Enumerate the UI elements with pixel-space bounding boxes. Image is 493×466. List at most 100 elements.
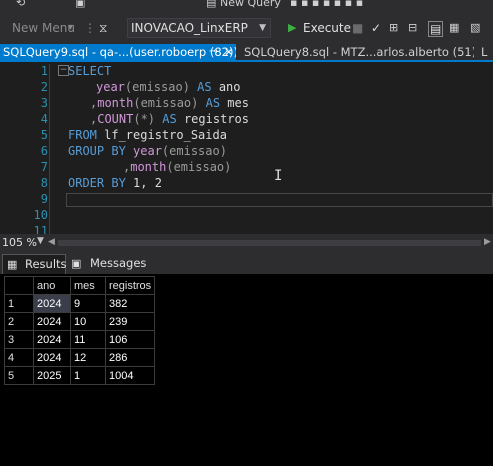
table-row: 5 2025 1 1004 (4, 366, 156, 385)
row-number[interactable]: 3 (4, 330, 34, 349)
grid-cell[interactable]: 106 (104, 330, 156, 349)
sql-keyword: FROM (68, 128, 97, 142)
results-to-grid-icon[interactable]: ▤ (428, 21, 444, 37)
pin-icon[interactable]: ⊸ (209, 44, 217, 60)
tab-results[interactable]: ▦ Results (2, 254, 67, 274)
database-select[interactable]: INOVACAO_LinxERP ▼ (127, 18, 271, 38)
database-select-value: INOVACAO_LinxERP (131, 21, 248, 35)
line-number: 10 (33, 208, 48, 222)
code-text: mes (220, 96, 249, 110)
code-text: (emissao) (133, 96, 206, 110)
available-databases-icon[interactable]: ⧖ (99, 19, 107, 37)
undo-icon[interactable]: ⟲ (16, 0, 25, 9)
results-grid[interactable]: ano mes registros 1 2024 9 382 2 2024 10… (4, 276, 156, 385)
column-header[interactable]: mes (70, 276, 106, 295)
grid-cell[interactable]: 2024 (33, 294, 71, 313)
grid-cell[interactable]: 1004 (104, 366, 156, 385)
grid-cell[interactable]: 2024 (33, 312, 71, 331)
code-text: ano (211, 80, 241, 94)
messages-icon: ▣ (71, 257, 82, 270)
tab-messages[interactable]: ▣ Messages (68, 254, 146, 273)
text-cursor-icon: I (274, 168, 283, 184)
sql-function: COUNT (97, 112, 134, 126)
new-query-icon[interactable]: ▤ (206, 0, 216, 9)
grid-cell[interactable]: 9 (70, 294, 106, 313)
results-grid-icon: ▦ (7, 258, 18, 271)
sql-function: month (97, 96, 134, 110)
outline-bar (49, 64, 50, 234)
code-text: (emissao) (161, 144, 227, 158)
tab-sqlquery8[interactable]: SQLQuery8.sql - MTZ...arlos.alberto (51)… (244, 44, 474, 60)
execute-play-icon[interactable]: ▶ (288, 19, 296, 37)
code-text: (*) (133, 112, 163, 126)
chevron-down-icon[interactable]: ▼ (37, 236, 44, 246)
horizontal-scrollbar[interactable] (58, 240, 481, 246)
grid-cell[interactable]: 10 (70, 312, 106, 331)
toolbar-gripper-icon: ⋮ (84, 21, 96, 35)
row-number[interactable]: 4 (4, 348, 34, 367)
execute-button[interactable]: Execute (303, 19, 351, 37)
grid-cell[interactable]: 2024 (33, 348, 71, 367)
code-text: lf_registro_Saida (96, 128, 227, 142)
new-menu-button[interactable]: New Menu (12, 19, 75, 37)
new-query-button[interactable]: New Query (220, 0, 281, 9)
line-number: 11 (33, 224, 48, 234)
sql-keyword: SELECT (68, 64, 112, 78)
code-text: registros (176, 112, 249, 126)
grid-cell[interactable]: 12 (70, 348, 106, 367)
code-text: 1, 2 (125, 176, 162, 190)
line-number: 1 (40, 64, 48, 78)
line-number: 7 (40, 160, 48, 174)
code-line-4: ,COUNT(*) AS registros (90, 112, 249, 126)
estimated-plan-icon[interactable]: ⊞ (389, 19, 398, 37)
code-line-5: FROM lf_registro_Saida (68, 128, 227, 142)
code-line-6: GROUP BY year(emissao) (68, 144, 227, 158)
grid-header-row: ano mes registros (4, 276, 156, 295)
grid-cell[interactable]: 239 (104, 312, 156, 331)
row-number[interactable]: 2 (4, 312, 34, 331)
sql-function: year (96, 80, 125, 94)
sql-keyword: AS (205, 96, 221, 110)
row-number[interactable]: 5 (4, 366, 34, 385)
code-line-2: year(emissao) AS ano (96, 80, 241, 94)
results-to-text-icon[interactable]: ▦ (449, 19, 459, 37)
zoom-level[interactable]: 105 % (2, 236, 37, 249)
grid-cell[interactable]: 382 (104, 294, 156, 313)
close-icon[interactable]: ✕ (224, 44, 234, 60)
chevron-down-icon[interactable]: ▾ (68, 19, 73, 37)
tab-label: SQLQuery9.sql - qa-...(user.roboerp (82)… (3, 45, 236, 59)
current-line-highlight (66, 193, 493, 207)
line-number-gutter: 1 2 3 4 5 6 7 8 9 10 11 (0, 62, 56, 234)
sql-function: year (125, 144, 162, 158)
top-toolbar-strip: ⟲ ▣ ▤ New Query ▪ ▪ ▪ ▪ ▪ ▪ ▪ (0, 0, 493, 12)
query-options-icon[interactable]: ⊟ (408, 19, 417, 37)
row-header-corner[interactable] (4, 276, 34, 295)
table-row: 4 2024 12 286 (4, 348, 156, 367)
code-text: (emissao) (124, 80, 198, 94)
grid-cell[interactable]: 286 (104, 348, 156, 367)
line-number: 5 (40, 128, 48, 142)
tab-sqlquery9[interactable]: SQLQuery9.sql - qa-...(user.roboerp (82)… (0, 44, 236, 60)
stop-icon[interactable]: ■ (352, 19, 363, 37)
row-number[interactable]: 1 (4, 294, 34, 313)
grid-cell[interactable]: 11 (70, 330, 106, 349)
tab-messages-label: Messages (90, 256, 147, 270)
grid-cell[interactable]: 2024 (33, 330, 71, 349)
save-icon[interactable]: ▣ (75, 0, 85, 9)
parse-check-icon[interactable]: ✓ (371, 19, 381, 37)
table-row: 2 2024 10 239 (4, 312, 156, 331)
results-to-file-icon[interactable]: ▧ (470, 19, 480, 37)
line-number: 2 (40, 80, 48, 94)
tab-overflow[interactable]: L (481, 44, 493, 60)
column-header[interactable]: registros (104, 276, 156, 295)
scroll-right-icon[interactable]: ▶ (484, 237, 491, 247)
sql-function: month (130, 160, 167, 174)
results-tabs: ▦ Results ▣ Messages (0, 252, 493, 274)
sql-keyword: AS (162, 112, 177, 126)
grid-cell[interactable]: 2025 (33, 366, 71, 385)
grid-cell[interactable]: 1 (70, 366, 106, 385)
column-header[interactable]: ano (33, 276, 71, 295)
query-editor[interactable]: 1 2 3 4 5 6 7 8 9 10 11 − SELECT year(em… (0, 62, 493, 234)
code-line-3: ,month(emissao) AS mes (90, 96, 249, 110)
scroll-left-icon[interactable]: ◀ (48, 237, 55, 247)
